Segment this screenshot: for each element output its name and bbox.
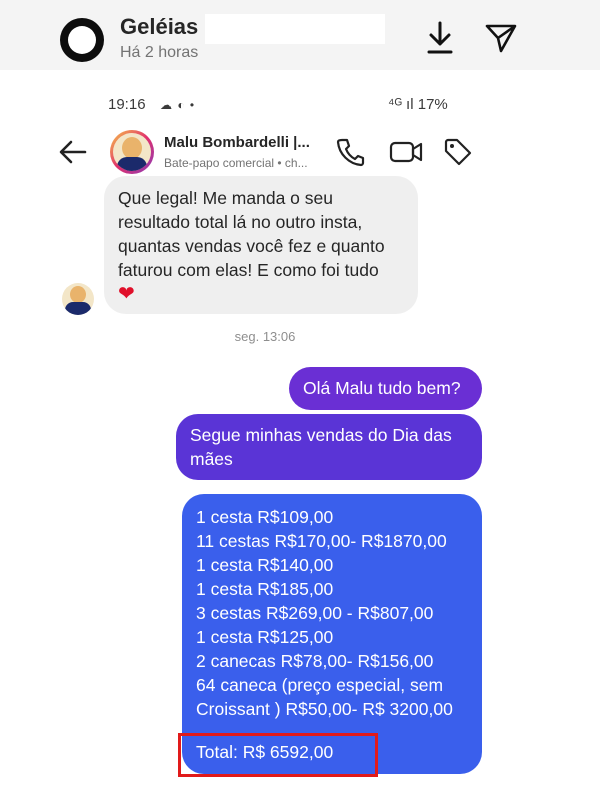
download-icon[interactable] [424, 20, 456, 56]
sales-line: 64 caneca (preço especial, sem [196, 675, 444, 695]
sales-line: 11 cestas R$170,00- R$1870,00 [196, 531, 447, 551]
sales-line: 1 cesta R$109,00 [196, 507, 334, 527]
tag-icon[interactable] [442, 136, 474, 168]
contact-avatar[interactable] [110, 130, 154, 174]
status-icons: ☁ ◐ • [160, 98, 196, 112]
sender-avatar[interactable] [62, 283, 94, 315]
contact-subtitle: Bate-papo comercial • ch... [164, 156, 308, 170]
incoming-message-bubble[interactable]: Que legal! Me manda o seu resultado tota… [104, 176, 418, 314]
story-time: Há 2 horas [120, 44, 199, 61]
outgoing-message-intro[interactable]: Segue minhas vendas do Dia das mães [176, 414, 482, 480]
contact-name[interactable]: Malu Bombardelli |... [164, 134, 310, 151]
status-time: 19:16 [108, 96, 146, 113]
heart-emoji: ❤ [118, 283, 135, 305]
phone-icon[interactable] [334, 136, 366, 168]
sales-line: 1 cesta R$185,00 [196, 579, 334, 599]
status-signal-battery: ⁴ᴳ ıl 17% [388, 96, 448, 113]
message-timestamp: seg. 13:06 [234, 329, 296, 344]
sales-line: 3 cestas R$269,00 - R$807,00 [196, 603, 434, 623]
story-header: Geléias a Há 2 horas [0, 0, 600, 70]
outgoing-message-greeting[interactable]: Olá Malu tudo bem? [289, 367, 482, 410]
incoming-message-text: Que legal! Me manda o seu resultado tota… [118, 188, 385, 280]
story-title: Geléias a [120, 14, 217, 39]
sales-line: 1 cesta R$125,00 [196, 627, 334, 647]
outgoing-message-sales[interactable]: 1 cesta R$109,00 11 cestas R$170,00- R$1… [182, 494, 482, 774]
back-arrow-icon[interactable] [58, 138, 88, 166]
redaction-mask [205, 14, 385, 44]
story-avatar[interactable] [60, 18, 104, 62]
total-highlight-box [178, 733, 378, 777]
sales-line: 2 canecas R$78,00- R$156,00 [196, 651, 434, 671]
send-icon[interactable] [484, 22, 518, 54]
sales-line: Croissant ) R$50,00- R$ 3200,00 [196, 699, 453, 719]
sales-line: 1 cesta R$140,00 [196, 555, 334, 575]
video-call-icon[interactable] [388, 136, 424, 168]
